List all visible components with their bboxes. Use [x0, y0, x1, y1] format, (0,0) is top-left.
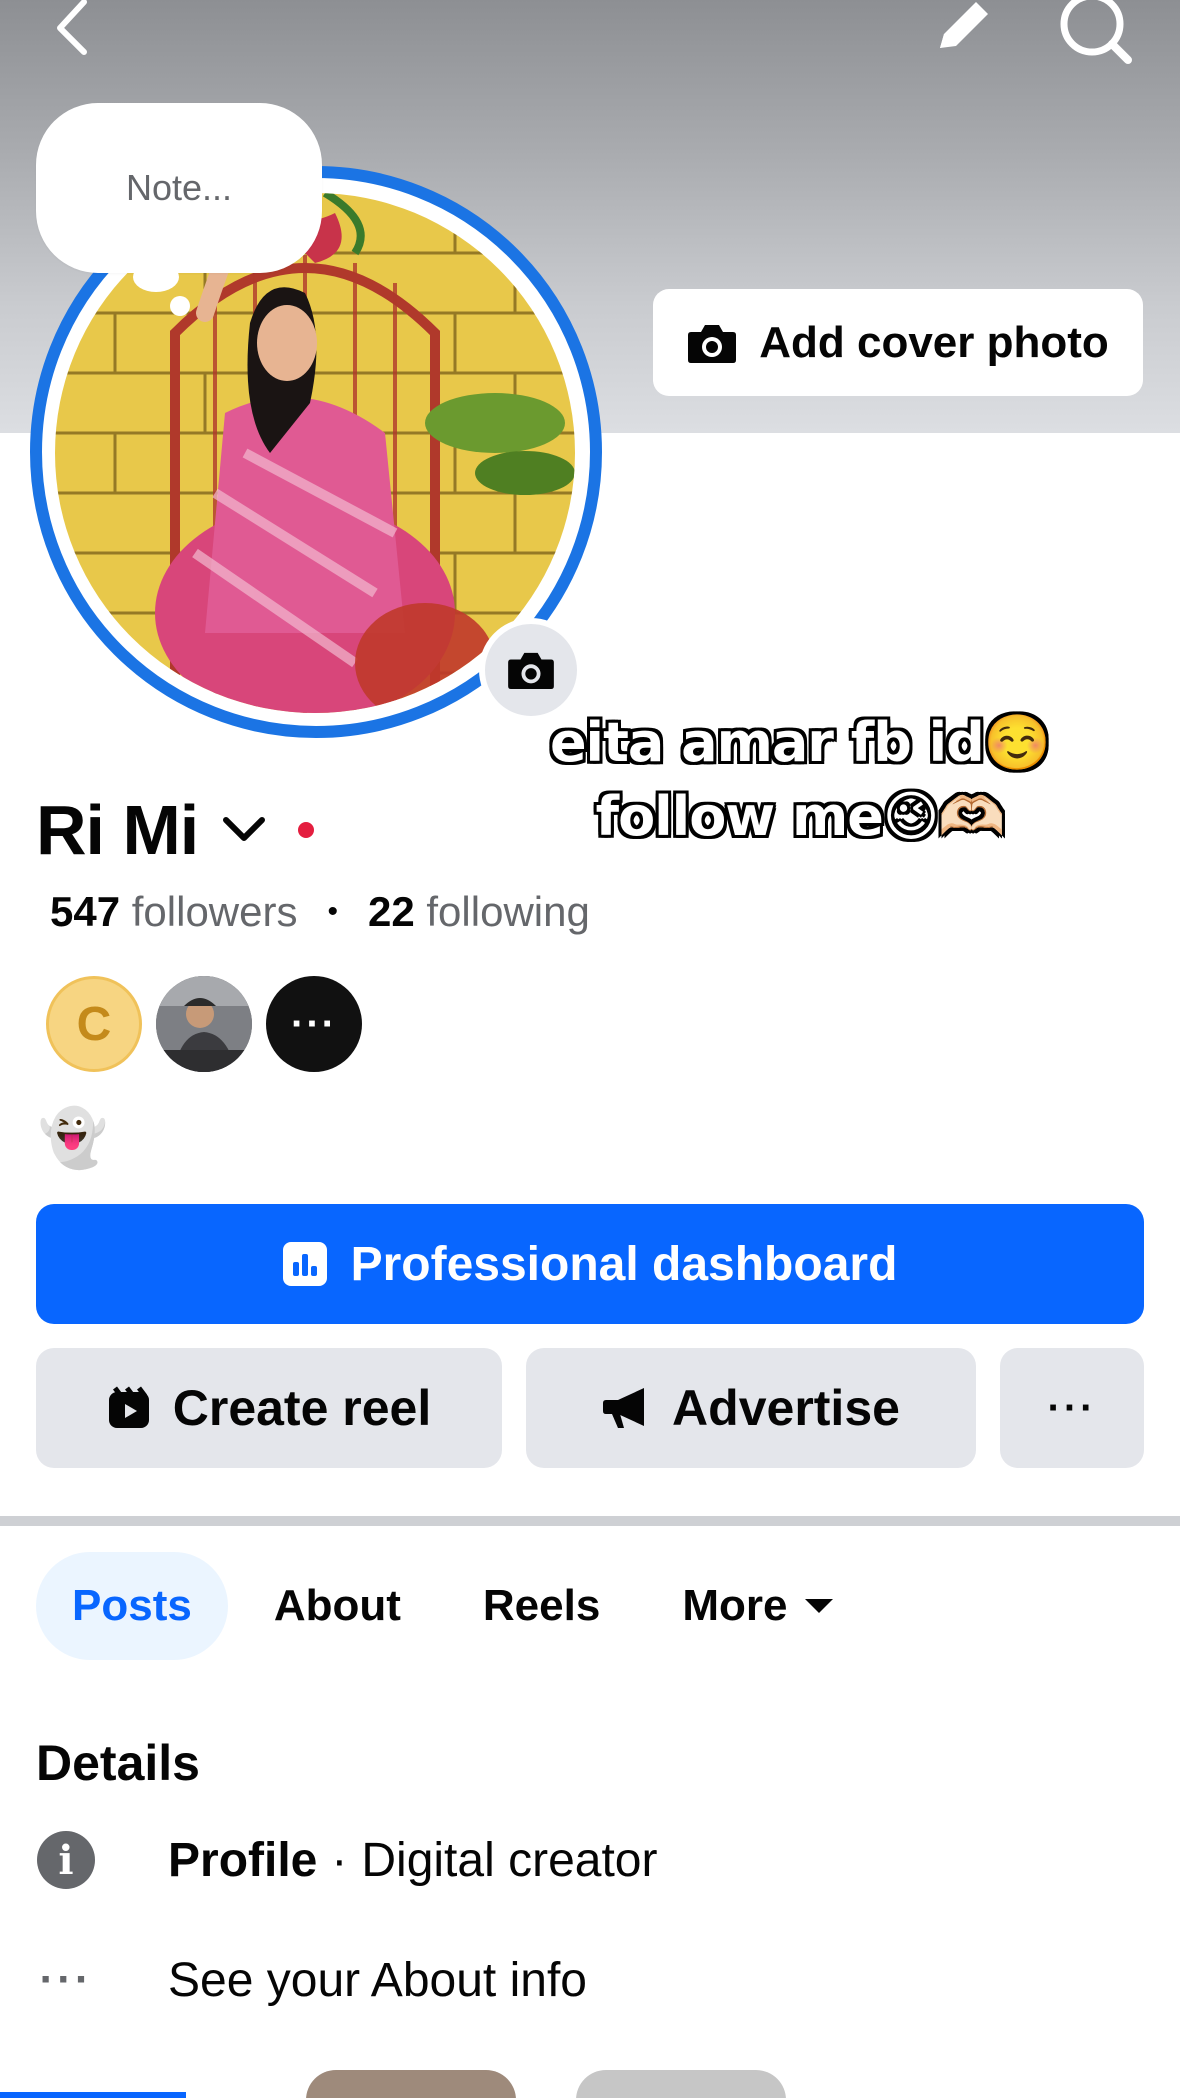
more-followers-icon: ···	[291, 1001, 337, 1046]
add-cover-photo-button[interactable]: Add cover photo	[653, 289, 1143, 396]
more-actions-icon: ···	[1047, 1385, 1097, 1430]
following-stat[interactable]: 22 following	[368, 888, 590, 936]
professional-dashboard-button[interactable]: Professional dashboard	[36, 1204, 1144, 1324]
followers-label: followers	[131, 888, 298, 935]
tab-reels-label: Reels	[482, 1581, 601, 1630]
reel-icon	[108, 1386, 149, 1428]
advertise-label: Advertise	[672, 1380, 900, 1436]
tab-about-label: About	[273, 1581, 401, 1630]
following-label: following	[426, 888, 590, 935]
bottom-active-indicator	[0, 2092, 186, 2098]
notification-dot	[298, 822, 315, 838]
profile-tabs: Posts About Reels More	[36, 1552, 879, 1660]
profile-name: Ri Mi	[36, 791, 199, 869]
follower-avatar[interactable]: C	[46, 976, 142, 1072]
tab-about[interactable]: About	[238, 1552, 437, 1660]
note-bubble-tail-dot	[170, 296, 190, 316]
bar-chart-icon	[282, 1242, 327, 1286]
avatar-initial: C	[76, 997, 112, 1051]
follow-stats[interactable]: 547 followers • 22 following	[50, 888, 590, 936]
note-placeholder: Note...	[125, 167, 233, 208]
note-bubble[interactable]: Note...	[36, 103, 322, 273]
detail-separator: ·	[331, 1833, 348, 1887]
stats-separator: •	[327, 895, 338, 928]
section-divider	[0, 1516, 1180, 1526]
follower-avatar[interactable]	[156, 976, 252, 1072]
tab-reels[interactable]: Reels	[447, 1552, 636, 1660]
follower-avatars[interactable]: C ···	[46, 976, 362, 1072]
note-bubble-tail	[133, 262, 179, 292]
tab-more[interactable]: More	[646, 1552, 869, 1660]
overlay-line-1: eita amar fb id☺️	[549, 711, 1051, 774]
details-heading: Details	[36, 1735, 200, 1791]
featured-thumbnail[interactable]	[576, 2070, 786, 2098]
detail-profile-value: Digital creator	[361, 1833, 658, 1887]
story-overlay-text: eita amar fb id☺️ follow me😉🫶🏻	[540, 706, 1060, 854]
create-reel-label: Create reel	[172, 1380, 432, 1436]
overlay-line-2: follow me😉🫶🏻	[595, 785, 1006, 848]
avatar-photo	[156, 976, 252, 1072]
camera-icon	[688, 324, 737, 363]
featured-thumbnail[interactable]	[306, 2070, 516, 2098]
tab-more-label: More	[682, 1581, 788, 1630]
detail-profile-category[interactable]: i Profile · Digital creator	[36, 1830, 657, 1890]
camera-icon	[508, 652, 554, 690]
advertise-button[interactable]: Advertise	[526, 1348, 976, 1468]
more-horizontal-icon: ···	[39, 1955, 93, 2004]
caret-down-icon	[805, 1599, 834, 1613]
detail-profile-label: Profile	[168, 1833, 318, 1887]
more-followers-button[interactable]: ···	[266, 976, 362, 1072]
search-icon[interactable]	[1058, 0, 1134, 66]
bio-text: 👻	[38, 1106, 108, 1169]
followers-stat[interactable]: 547 followers	[50, 888, 297, 936]
followers-count: 547	[50, 888, 121, 935]
add-cover-photo-label: Add cover photo	[759, 317, 1109, 367]
megaphone-icon	[603, 1388, 645, 1428]
see-about-info-link[interactable]: ··· See your About info	[36, 1950, 587, 2010]
create-reel-button[interactable]: Create reel	[36, 1348, 502, 1468]
more-actions-button[interactable]: ···	[1000, 1348, 1144, 1468]
tab-posts[interactable]: Posts	[36, 1552, 228, 1660]
pencil-icon[interactable]	[930, 0, 1000, 56]
see-about-info-label: See your About info	[168, 1953, 587, 2007]
info-icon: i	[36, 1830, 96, 1890]
professional-dashboard-label: Professional dashboard	[350, 1237, 898, 1291]
chevron-down-icon[interactable]	[220, 806, 268, 854]
profile-name-row[interactable]: Ri Mi	[36, 790, 315, 870]
following-count: 22	[368, 888, 415, 935]
chevron-left-icon[interactable]	[48, 0, 98, 56]
tab-posts-label: Posts	[72, 1581, 192, 1630]
